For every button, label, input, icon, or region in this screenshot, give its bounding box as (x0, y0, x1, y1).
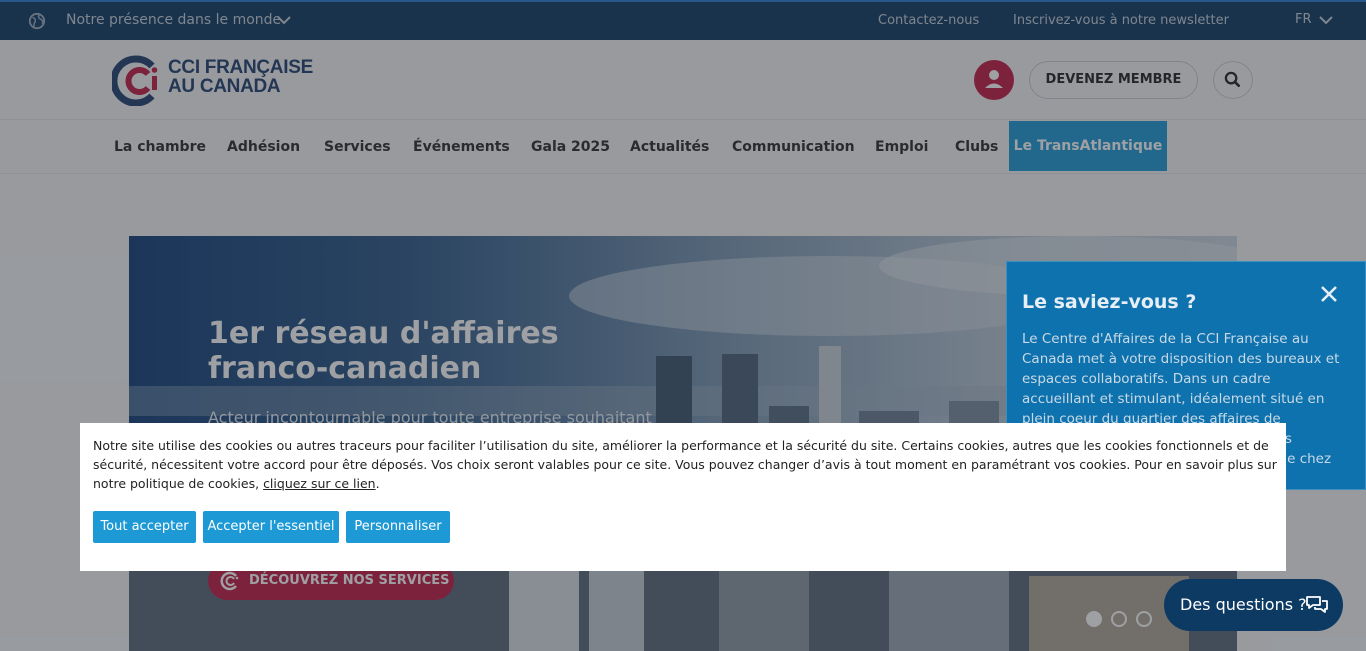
cookie-text-end: . (375, 476, 380, 491)
accept-all-button[interactable]: Tout accepter (93, 511, 196, 543)
chat-icon (1306, 596, 1328, 613)
chat-button[interactable]: Des questions ? (1164, 579, 1343, 631)
cookie-banner: Notre site utilise des cookies ou autres… (80, 423, 1286, 571)
panel-title: Le saviez-vous ? (1022, 291, 1197, 313)
chat-label: Des questions ? (1180, 595, 1307, 614)
close-icon[interactable] (1319, 284, 1339, 304)
cookie-policy-link[interactable]: cliquez sur ce lien (263, 476, 376, 491)
accept-essential-button[interactable]: Accepter l'essentiel (203, 511, 339, 543)
customize-button[interactable]: Personnaliser (346, 511, 450, 543)
cookie-text: Notre site utilise des cookies ou autres… (93, 436, 1283, 493)
